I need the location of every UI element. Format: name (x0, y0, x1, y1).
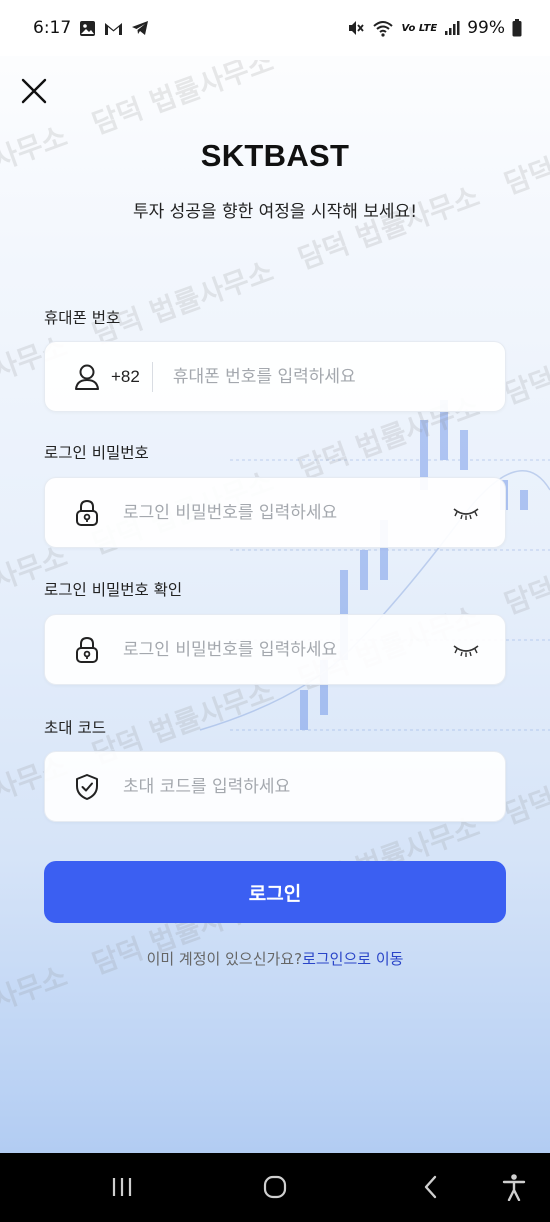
eye-closed-icon[interactable] (451, 503, 481, 523)
recent-apps-icon (112, 1178, 132, 1196)
shield-check-icon (73, 773, 101, 801)
password-confirm-input[interactable] (123, 629, 451, 670)
phone-label: 휴대폰 번호 (44, 309, 121, 327)
battery-percent: 99% (467, 18, 505, 38)
go-to-login-link[interactable]: 로그인으로 이동 (302, 950, 403, 968)
gmail-icon (104, 21, 123, 36)
network-label: Vo LTE (401, 22, 438, 34)
gallery-icon (79, 20, 96, 37)
password-confirm-label: 로그인 비밀번호 확인 (44, 581, 183, 599)
telegram-icon (131, 20, 149, 36)
navigation-bar (0, 1153, 550, 1222)
subtitle: 투자 성공을 향한 여정을 시작해 보세요! (132, 202, 418, 222)
country-code[interactable]: +82 (111, 367, 140, 387)
status-time: 6:17 (33, 18, 72, 38)
accessibility-button[interactable] (497, 1171, 531, 1203)
home-icon (263, 1175, 287, 1199)
password-label: 로그인 비밀번호 (44, 444, 149, 462)
mute-icon (347, 19, 365, 37)
phone-input[interactable] (172, 356, 481, 397)
battery-icon (512, 19, 522, 37)
back-button[interactable] (414, 1171, 448, 1203)
home-button[interactable] (258, 1171, 292, 1203)
status-bar: 6:17 Vo LTE 99% (0, 0, 550, 56)
invite-code-label: 초대 코드 (44, 719, 106, 737)
close-button[interactable] (18, 75, 50, 107)
user-icon (73, 363, 101, 391)
password-confirm-field[interactable] (44, 614, 506, 685)
lock-icon (73, 499, 101, 527)
status-right: Vo LTE 99% (347, 18, 522, 38)
footer-question: 이미 계정이 있으신가요? (146, 950, 303, 968)
invite-code-input[interactable] (123, 766, 481, 807)
field-divider (151, 361, 153, 392)
watermark: 담덕 법률사무소 담덕 법률사무소 담덕 법률사무소 담덕 법률사무소 담덕 법… (0, 60, 550, 1160)
phone-field[interactable]: +82 (44, 341, 506, 412)
recent-apps-button[interactable] (105, 1171, 139, 1203)
status-left: 6:17 (33, 18, 149, 38)
app-title: SKTBAST (200, 138, 350, 173)
password-field[interactable] (44, 477, 506, 548)
invite-code-field[interactable] (44, 751, 506, 822)
accessibility-icon (502, 1174, 526, 1201)
signal-icon (444, 20, 460, 36)
login-button[interactable]: 로그인 (44, 861, 506, 923)
wifi-icon (372, 19, 394, 37)
password-input[interactable] (123, 492, 451, 533)
back-icon (424, 1175, 437, 1199)
footer: 이미 계정이 있으신가요?로그인으로 이동 (0, 948, 550, 969)
eye-closed-icon[interactable] (451, 640, 481, 660)
lock-icon (73, 636, 101, 664)
close-icon (21, 78, 47, 104)
